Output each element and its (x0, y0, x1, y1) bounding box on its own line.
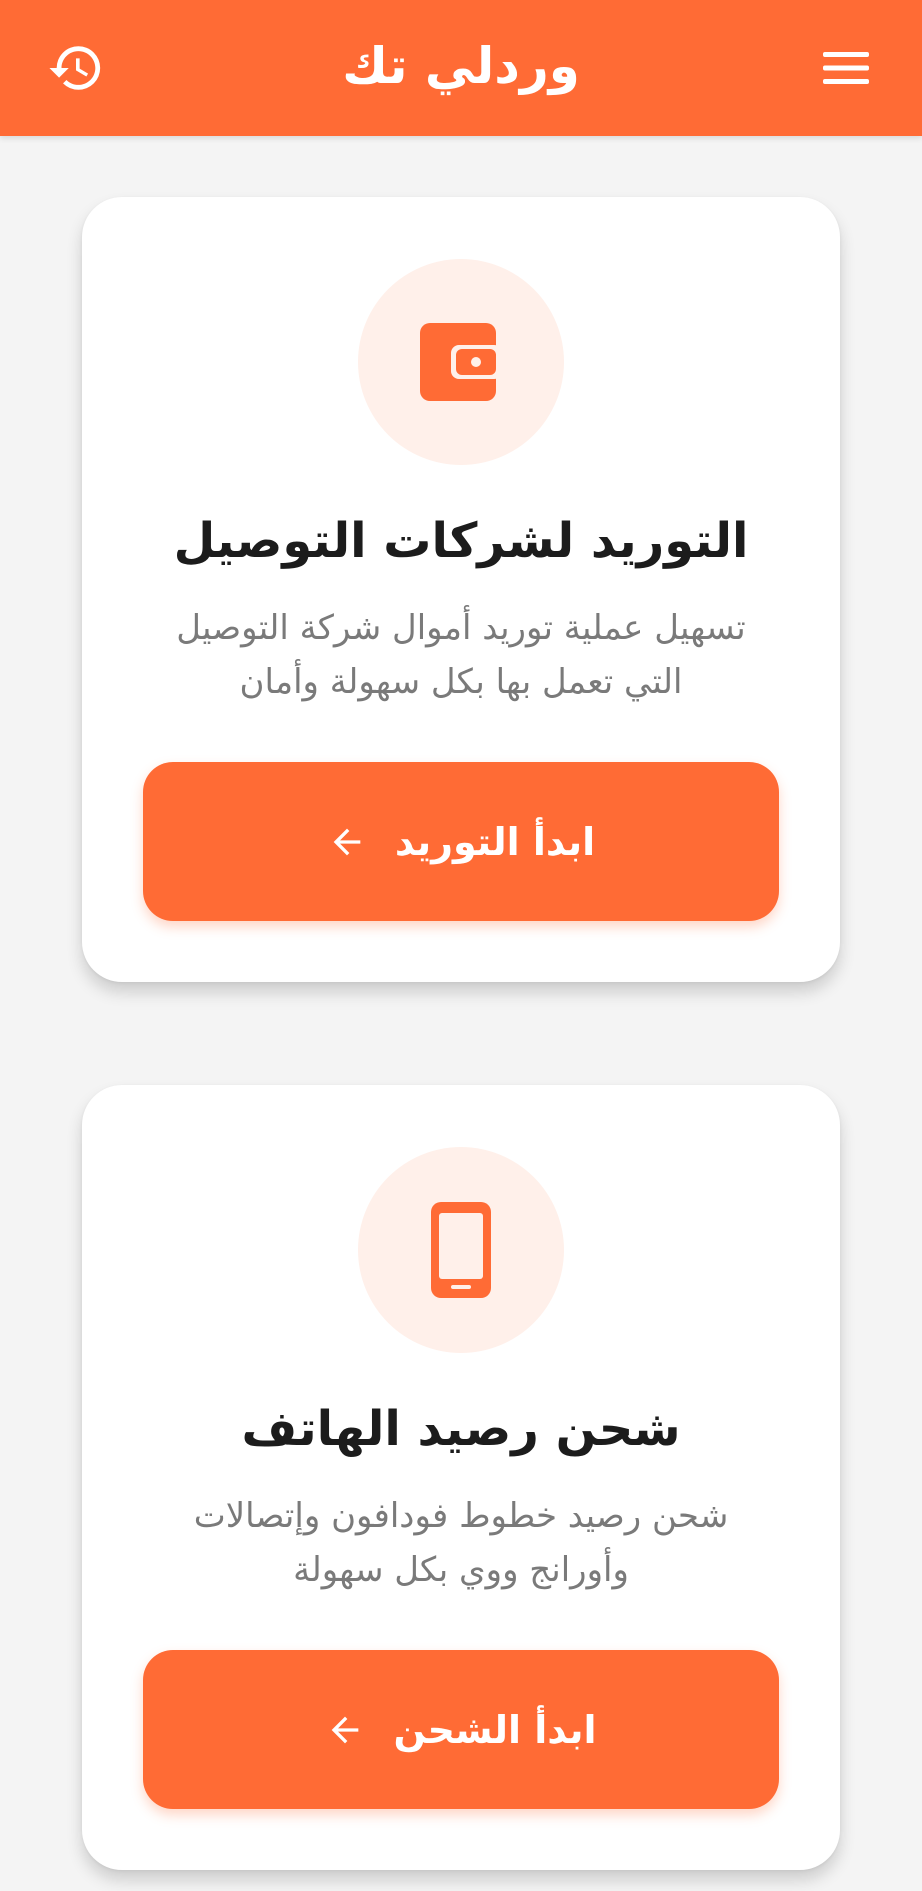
menu-button[interactable] (812, 34, 880, 102)
supply-icon-circle (358, 259, 564, 465)
smartphone-icon (431, 1202, 491, 1298)
recharge-card-title: شحن رصيد الهاتف (241, 1401, 681, 1457)
app-title: وردلي تك (342, 37, 580, 95)
start-supply-button[interactable]: ابدأ التوريد (143, 762, 779, 921)
wallet-icon (420, 323, 502, 401)
supply-desc-line-2: التي تعمل بها بكل سهولة وأمان (239, 662, 683, 702)
start-supply-label: ابدأ التوريد (394, 819, 596, 864)
arrow-left-icon (327, 822, 367, 862)
recharge-desc-line-2: وأورانج ووي بكل سهولة (293, 1550, 629, 1590)
start-recharge-label: ابدأ الشحن (393, 1707, 597, 1752)
supply-card-title: التوريد لشركات التوصيل (173, 513, 749, 569)
app-bar: وردلي تك (0, 0, 922, 136)
recharge-card-description: شحن رصيد خطوط فودافون وإتصالات وأورانج و… (142, 1489, 780, 1597)
supply-card: التوريد لشركات التوصيل تسهيل عملية توريد… (82, 197, 840, 982)
recharge-icon-circle (358, 1147, 564, 1353)
start-recharge-button[interactable]: ابدأ الشحن (143, 1650, 779, 1809)
menu-icon (823, 52, 869, 84)
recharge-desc-line-1: شحن رصيد خطوط فودافون وإتصالات (193, 1496, 729, 1536)
supply-card-description: تسهيل عملية توريد أموال شركة التوصيل الت… (142, 601, 780, 709)
supply-desc-line-1: تسهيل عملية توريد أموال شركة التوصيل (176, 608, 746, 648)
recharge-card: شحن رصيد الهاتف شحن رصيد خطوط فودافون وإ… (82, 1085, 840, 1870)
arrow-left-icon (325, 1710, 365, 1750)
